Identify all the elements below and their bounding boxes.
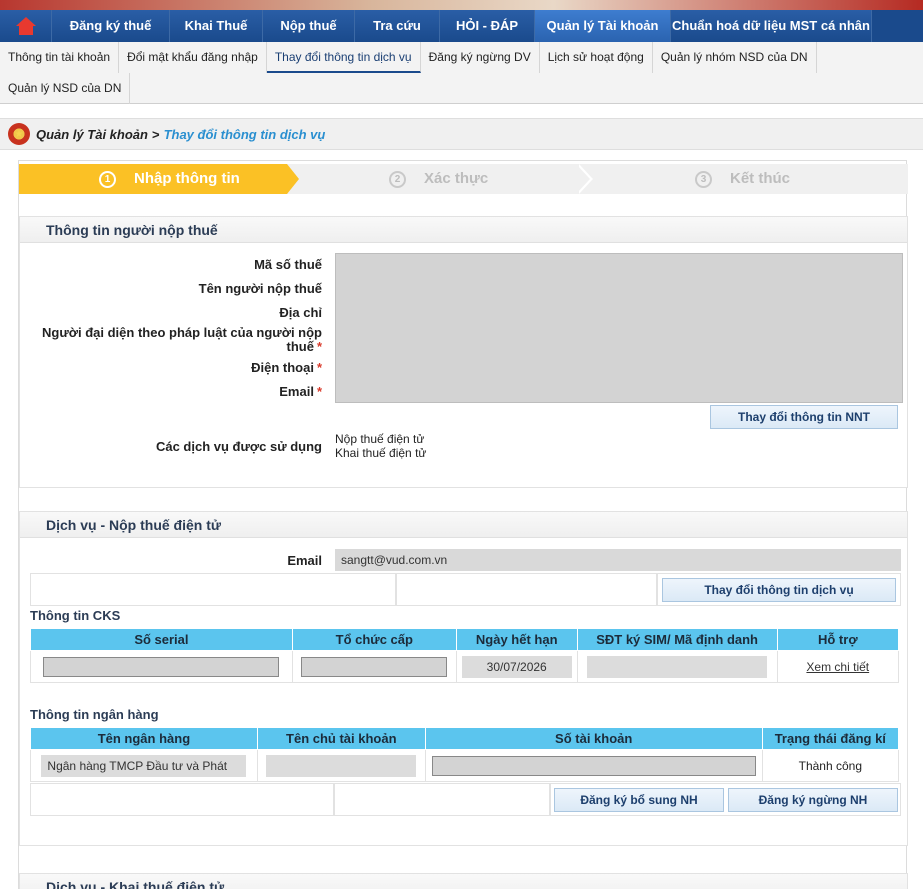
table-header-row: Số serial Tổ chức cấp Ngày hết hạn SĐT k…: [30, 628, 900, 651]
sub-nav-row-2: Quản lý NSD của DN: [0, 73, 131, 104]
step-nhap-thong-tin: 1 Nhập thông tin: [19, 164, 299, 194]
nav-quan-ly-tai-khoan[interactable]: Quản lý Tài khoản: [535, 10, 671, 42]
change-taxpayer-info-button[interactable]: Thay đổi thông tin NNT: [710, 405, 898, 429]
breadcrumb-current: Thay đổi thông tin dịch vụ: [163, 126, 326, 142]
redacted-taxpayer-values: [335, 253, 903, 403]
expiry-date: 30/07/2026: [461, 655, 572, 678]
taxpayer-info-panel: Thông tin người nộp thuế Mã số thuế Tên …: [19, 216, 908, 488]
bank-table: Tên ngân hàng Tên chủ tài khoản Số tài k…: [30, 727, 900, 782]
step-ket-thuc: 3 Kết thúc: [695, 164, 790, 194]
service-item: Khai thuế điện tử: [335, 446, 427, 460]
main-content: 1 Nhập thông tin 2 Xác thực 3 Kết thúc Thôn…: [18, 160, 908, 889]
subnav-thong-tin-tai-khoan[interactable]: Thông tin tài khoản: [0, 42, 120, 73]
panel-title: Dịch vụ - Nộp thuế điện tử: [20, 512, 907, 538]
step-number: 3: [695, 171, 712, 188]
column-header: Tên ngân hàng: [30, 727, 258, 750]
nav-hoi-dap[interactable]: HỎI - ĐÁP: [440, 10, 535, 42]
label-dien-thoai: Điện thoại *: [251, 360, 322, 375]
declaration-service-panel: Dịch vụ - Khai thuế điện tử: [19, 873, 908, 889]
wizard-steps: 1 Nhập thông tin 2 Xác thực 3 Kết thúc: [19, 164, 908, 194]
home-icon: [15, 17, 36, 35]
label-email: Email *: [279, 384, 322, 399]
bank-name: Ngân hàng TMCP Đầu tư và Phát: [41, 754, 247, 777]
empty-cell: [334, 783, 550, 816]
subnav-quan-ly-nsd[interactable]: Quản lý NSD của DN: [0, 73, 131, 104]
national-emblem-icon: ★: [8, 123, 30, 145]
sub-nav-row-1: Thông tin tài khoản Đổi mật khẩu đăng nh…: [0, 42, 817, 73]
step-number: 1: [99, 171, 116, 188]
column-header: SĐT ký SIM/ Mã định danh: [576, 628, 778, 651]
service-item: Nộp thuế điện tử: [335, 432, 425, 446]
step-chevron-icon: [576, 164, 593, 194]
account-holder-field: [266, 754, 417, 777]
view-details-link[interactable]: Xem chi tiết: [806, 660, 869, 674]
breadcrumb: ★ Quản lý Tài khoản > Thay đổi thông tin…: [0, 118, 923, 150]
header-banner-stripe: [0, 0, 923, 10]
home-button[interactable]: [0, 10, 52, 42]
subnav-quan-ly-nhom-nsd[interactable]: Quản lý nhóm NSD của DN: [653, 42, 817, 73]
breadcrumb-root[interactable]: Quản lý Tài khoản: [36, 127, 148, 142]
stop-bank-button[interactable]: Đăng ký ngừng NH: [728, 788, 898, 812]
column-header: Tên chủ tài khoản: [256, 727, 426, 750]
column-header: Ngày hết hạn: [455, 628, 578, 651]
column-header: Trạng thái đăng kí: [761, 727, 900, 750]
change-service-info-button[interactable]: Thay đổi thông tin dịch vụ: [662, 578, 896, 602]
panel-title: Thông tin người nộp thuế: [20, 217, 907, 243]
nav-khai-thue[interactable]: Khai Thuế: [170, 10, 263, 42]
subnav-doi-mat-khau[interactable]: Đổi mật khẩu đăng nhập: [119, 42, 267, 73]
label-dia-chi: Địa chỉ: [279, 305, 322, 320]
column-header: Tổ chức cấp: [291, 628, 457, 651]
services-list: Nộp thuế điện tử Khai thuế điện tử: [335, 432, 426, 460]
empty-cell: [30, 783, 334, 816]
main-menu: Đăng ký thuế Khai Thuế Nộp thuế Tra cứu …: [0, 10, 872, 42]
column-header: Số tài khoản: [424, 727, 763, 750]
panel-title: Dịch vụ - Khai thuế điện tử: [20, 874, 907, 889]
top-navigation-bar: Đăng ký thuế Khai Thuế Nộp thuế Tra cứu …: [0, 0, 923, 42]
service-email-field[interactable]: sangtt@vud.com.vn: [335, 549, 901, 571]
bank-section-title: Thông tin ngân hàng: [30, 707, 159, 722]
redacted-issuer: [301, 656, 448, 677]
cks-section-title: Thông tin CKS: [30, 608, 121, 623]
table-row: Ngân hàng TMCP Đầu tư và Phát Thành công: [30, 749, 900, 782]
step-label: Nhập thông tin: [134, 170, 240, 187]
empty-cell: [396, 573, 657, 606]
column-header: Số serial: [30, 628, 293, 651]
redacted-account-number: [431, 755, 756, 776]
registration-status: Thành công: [761, 749, 900, 782]
label-service-email: Email: [287, 553, 322, 568]
column-header: Hỗ trợ: [776, 628, 900, 651]
label-services-used: Các dịch vụ được sử dụng: [155, 439, 322, 454]
step-label: Xác thực: [424, 170, 489, 187]
redacted-serial: [43, 656, 280, 677]
sim-id-field: [587, 655, 768, 678]
step-label: Kết thúc: [730, 170, 790, 187]
payment-service-panel: Dịch vụ - Nộp thuế điện tử Email sangtt@…: [19, 511, 908, 846]
nav-nop-thue[interactable]: Nộp thuế: [263, 10, 355, 42]
nav-tra-cuu[interactable]: Tra cứu: [355, 10, 440, 42]
table-row: 30/07/2026 Xem chi tiết: [30, 650, 900, 683]
label-ma-so-thue: Mã số thuế: [254, 257, 322, 272]
step-xac-thuc: 2 Xác thực: [389, 164, 488, 194]
add-bank-button[interactable]: Đăng ký bổ sung NH: [554, 788, 724, 812]
subnav-lich-su-hoat-dong[interactable]: Lịch sử hoạt động: [540, 42, 653, 73]
table-header-row: Tên ngân hàng Tên chủ tài khoản Số tài k…: [30, 727, 900, 750]
breadcrumb-separator: >: [151, 126, 160, 142]
sub-navigation: Thông tin tài khoản Đổi mật khẩu đăng nh…: [0, 42, 923, 104]
nav-chuan-hoa-du-lieu[interactable]: Chuẩn hoá dữ liệu MST cá nhân: [671, 10, 872, 42]
cks-table: Số serial Tổ chức cấp Ngày hết hạn SĐT k…: [30, 628, 900, 683]
subnav-thay-doi-thong-tin-dich-vu[interactable]: Thay đổi thông tin dịch vụ: [266, 42, 421, 73]
empty-cell: [30, 573, 396, 606]
nav-dang-ky-thue[interactable]: Đăng ký thuế: [52, 10, 170, 42]
step-number: 2: [389, 171, 406, 188]
label-ten-nguoi-nop-thue: Tên người nộp thuế: [198, 281, 322, 296]
subnav-dang-ky-ngung-dv[interactable]: Đăng ký ngừng DV: [421, 42, 540, 73]
label-nguoi-dai-dien: Người đại diện theo pháp luật của người …: [42, 325, 322, 354]
